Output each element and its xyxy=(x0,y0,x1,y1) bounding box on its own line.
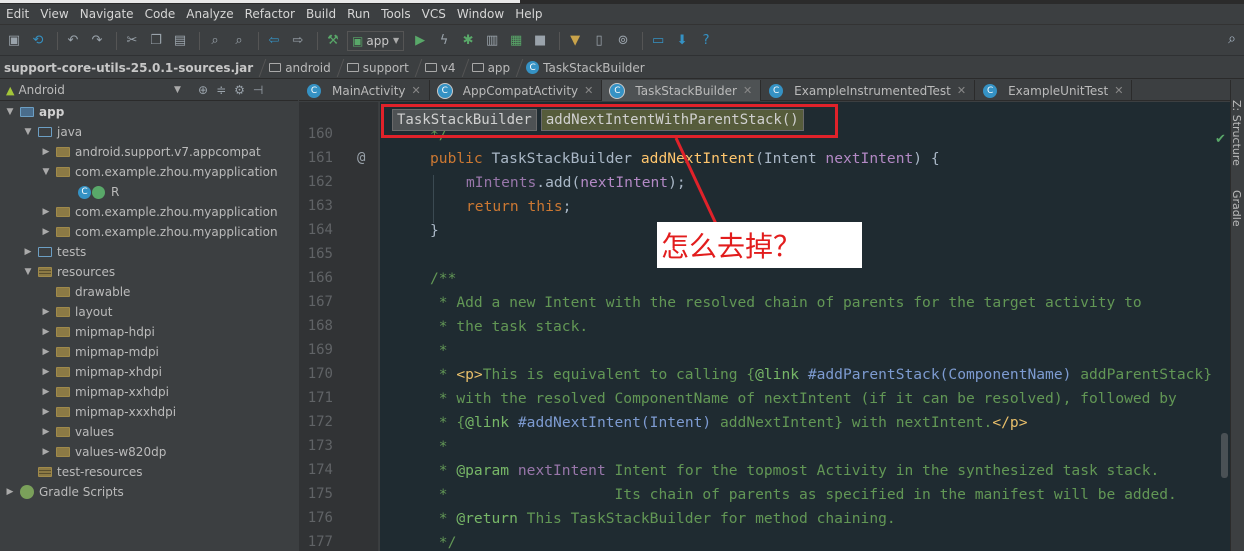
annotation-arrow xyxy=(674,137,719,227)
annotation-label: 怎么去掉？ xyxy=(657,222,862,268)
annotation-arrow-line xyxy=(674,137,719,227)
